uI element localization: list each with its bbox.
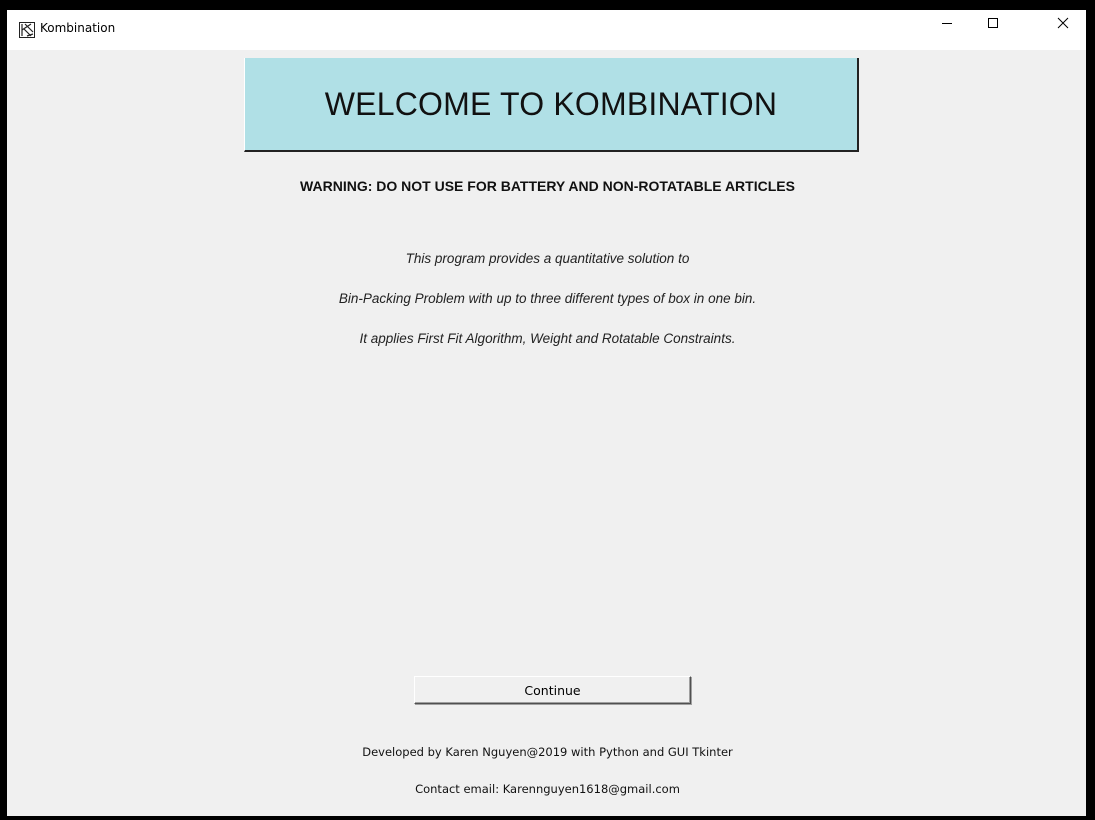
close-button[interactable] bbox=[1040, 10, 1086, 40]
welcome-title: WELCOME TO KOMBINATION bbox=[324, 85, 778, 122]
app-window: Kombination WELCOME TO KOMBINATION WARNI… bbox=[7, 10, 1086, 816]
description-line-3: It applies First Fit Algorithm, Weight a… bbox=[359, 331, 736, 346]
window-title: Kombination bbox=[40, 21, 116, 35]
app-logo-icon bbox=[19, 22, 35, 38]
description-line-1: This program provides a quantitative sol… bbox=[405, 251, 690, 266]
title-bar[interactable]: Kombination bbox=[7, 10, 1086, 50]
contact-email: Contact email: Karennguyen1618@gmail.com bbox=[415, 782, 680, 796]
warning-text: WARNING: DO NOT USE FOR BATTERY AND NON-… bbox=[300, 178, 795, 194]
developer-credit: Developed by Karen Nguyen@2019 with Pyth… bbox=[362, 745, 733, 759]
maximize-icon bbox=[987, 16, 999, 34]
maximize-button[interactable] bbox=[970, 10, 1016, 40]
continue-button[interactable]: Continue bbox=[414, 676, 691, 704]
close-icon bbox=[1057, 16, 1069, 34]
minimize-button[interactable] bbox=[924, 10, 970, 40]
welcome-banner: WELCOME TO KOMBINATION bbox=[244, 58, 859, 152]
minimize-icon bbox=[941, 16, 953, 34]
description-line-2: Bin-Packing Problem with up to three dif… bbox=[338, 291, 757, 306]
